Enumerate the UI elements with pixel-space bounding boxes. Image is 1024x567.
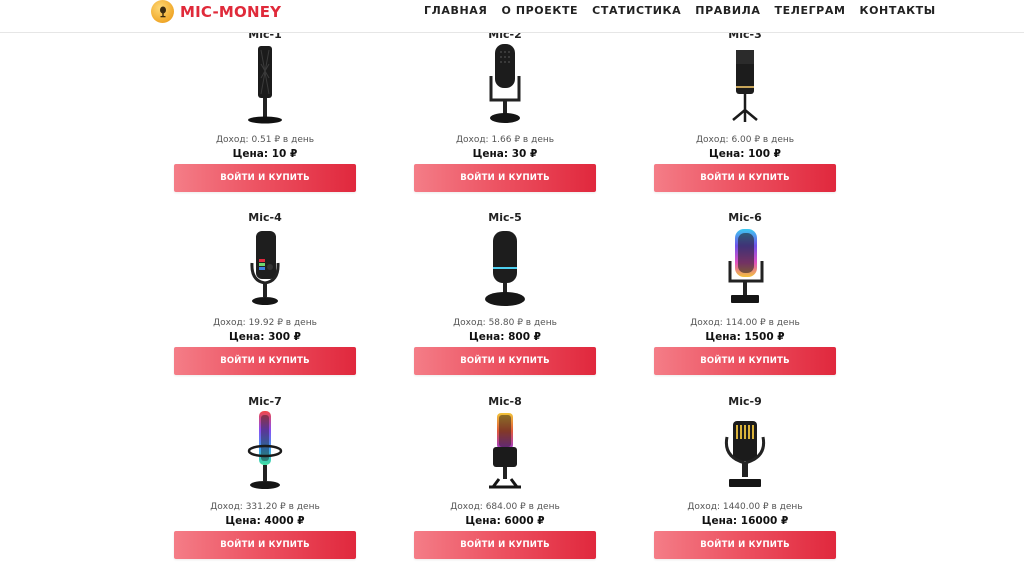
product-price: Цена: 1500 ₽ bbox=[705, 331, 785, 343]
product-income: Доход: 58.80 ₽ в день bbox=[453, 318, 557, 328]
product-price: Цена: 300 ₽ bbox=[229, 331, 301, 343]
product-income: Доход: 0.51 ₽ в день bbox=[215, 135, 315, 145]
nav-about[interactable]: О ПРОЕКТЕ bbox=[501, 4, 578, 17]
product-income: Доход: 1.66 ₽ в день bbox=[455, 135, 555, 145]
microphone-rgb-icon bbox=[250, 231, 280, 305]
product-price: Цена: 6000 ₽ bbox=[465, 515, 545, 527]
buy-button[interactable]: ВОЙТИ И КУПИТЬ bbox=[174, 347, 356, 375]
product-price: Цена: 100 ₽ bbox=[709, 148, 781, 160]
main-nav: ГЛАВНАЯ О ПРОЕКТЕ СТАТИСТИКА ПРАВИЛА ТЕЛ… bbox=[424, 4, 950, 17]
product-price: Цена: 800 ₽ bbox=[469, 331, 541, 343]
product-price: Цена: 16000 ₽ bbox=[701, 515, 789, 527]
microphone-round-base-icon bbox=[485, 231, 525, 306]
buy-button[interactable]: ВОЙТИ И КУПИТЬ bbox=[414, 531, 596, 559]
microphone-tripod-icon bbox=[732, 50, 758, 122]
nav-home[interactable]: ГЛАВНАЯ bbox=[424, 4, 487, 17]
product-income: Доход: 19.92 ₽ в день bbox=[213, 318, 317, 328]
product-price: Цена: 4000 ₽ bbox=[225, 515, 305, 527]
nav-telegram[interactable]: ТЕЛЕГРАМ bbox=[775, 4, 846, 17]
nav-rules[interactable]: ПРАВИЛА bbox=[695, 4, 760, 17]
buy-button[interactable]: ВОЙТИ И КУПИТЬ bbox=[174, 164, 356, 192]
buy-button[interactable]: ВОЙТИ И КУПИТЬ bbox=[414, 164, 596, 192]
nav-contacts[interactable]: КОНТАКТЫ bbox=[860, 4, 936, 17]
microphone-slim-icon bbox=[248, 46, 282, 124]
product-price: Цена: 10 ₽ bbox=[232, 148, 298, 160]
product-price: Цена: 30 ₽ bbox=[472, 148, 538, 160]
microphone-stand-icon bbox=[489, 44, 521, 123]
site-header: MIC-MONEY ГЛАВНАЯ О ПРОЕКТЕ СТАТИСТИКА П… bbox=[0, 0, 1024, 33]
logo[interactable]: MIC-MONEY bbox=[151, 0, 281, 23]
buy-button[interactable]: ВОЙТИ И КУПИТЬ bbox=[414, 347, 596, 375]
buy-button[interactable]: ВОЙТИ И КУПИТЬ bbox=[174, 531, 356, 559]
product-income: Доход: 684.00 ₽ в день bbox=[450, 502, 560, 512]
nav-statistics[interactable]: СТАТИСТИКА bbox=[592, 4, 681, 17]
buy-button[interactable]: ВОЙТИ И КУПИТЬ bbox=[654, 164, 836, 192]
microphone-studio-icon bbox=[489, 413, 521, 489]
product-income: Доход: 114.00 ₽ в день bbox=[690, 318, 800, 328]
product-income: Доход: 6.00 ₽ в день bbox=[695, 135, 795, 145]
logo-text: MIC-MONEY bbox=[180, 2, 282, 21]
buy-button[interactable]: ВОЙТИ И КУПИТЬ bbox=[654, 531, 836, 559]
buy-button[interactable]: ВОЙТИ И КУПИТЬ bbox=[654, 347, 836, 375]
microphone-shockmount-icon bbox=[247, 411, 283, 489]
product-income: Доход: 1440.00 ₽ в день bbox=[687, 502, 803, 512]
microphone-gold-icon bbox=[724, 421, 766, 487]
microphone-rgb-stand-icon bbox=[728, 229, 764, 303]
logo-badge-icon bbox=[151, 0, 174, 23]
product-income: Доход: 331.20 ₽ в день bbox=[210, 502, 320, 512]
